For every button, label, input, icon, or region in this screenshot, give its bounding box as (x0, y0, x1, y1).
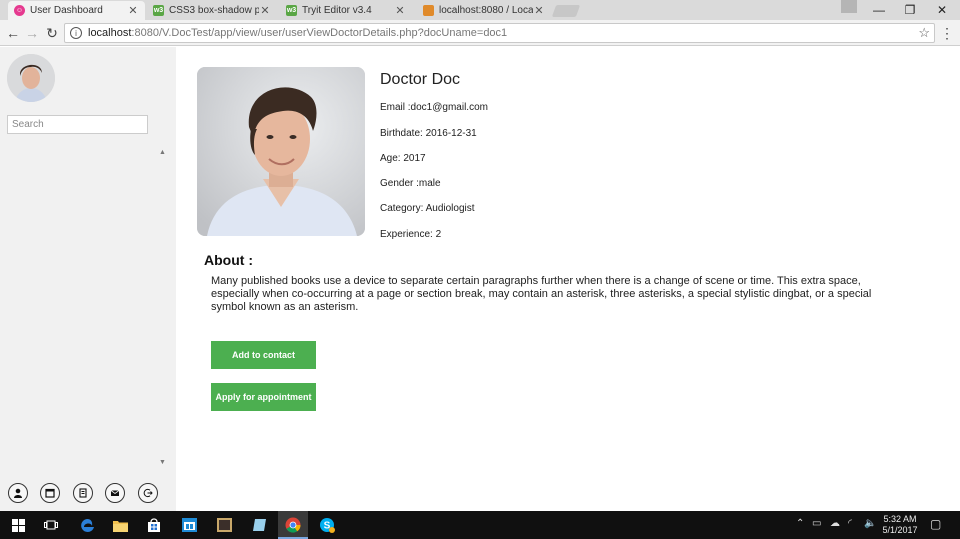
tab-title: localhost:8080 / Local Da (439, 5, 533, 16)
notes-icon (79, 488, 87, 498)
close-tab-icon[interactable]: ✕ (259, 4, 271, 17)
browser-tab-strip: ☺ User Dashboard ✕ w3 CSS3 box-shadow pr… (0, 0, 960, 20)
info-icon[interactable]: i (70, 27, 82, 39)
close-tab-icon[interactable]: ✕ (533, 4, 545, 17)
tab-tryit-editor[interactable]: w3 Tryit Editor v3.4 ✕ (280, 1, 412, 20)
back-icon[interactable]: ← (3, 23, 23, 43)
site-favicon-icon: ☺ (14, 5, 25, 16)
volume-icon[interactable]: 🔈 (864, 518, 876, 529)
url-path: :8080/V.DocTest/app/view/user/userViewDo… (131, 27, 508, 39)
user-icon (14, 488, 22, 498)
add-contact-button[interactable]: Add to contact (211, 341, 316, 369)
address-bar[interactable]: i localhost:8080/V.DocTest/app/view/user… (64, 23, 935, 43)
clock-time: 5:32 AM (883, 514, 917, 524)
tab-title: CSS3 box-shadow prope (169, 5, 259, 16)
close-tab-icon[interactable]: ✕ (127, 4, 139, 17)
w3schools-favicon-icon: w3 (153, 5, 164, 16)
logout-button[interactable] (138, 483, 158, 503)
file-explorer-icon[interactable] (110, 515, 130, 535)
wifi-icon[interactable]: ◜ (848, 518, 852, 529)
reload-icon[interactable]: ↻ (42, 23, 62, 43)
avatar-portrait (7, 54, 55, 102)
tab-title: Tryit Editor v3.4 (302, 5, 372, 16)
close-tab-icon[interactable]: ✕ (394, 4, 406, 17)
photos-app-icon[interactable] (214, 515, 234, 535)
calendar-icon (45, 488, 55, 498)
battery-icon[interactable]: ▭ (812, 518, 821, 529)
minimize-icon[interactable]: — (863, 0, 895, 20)
doctor-photo (197, 67, 365, 236)
skype-icon[interactable]: S (317, 515, 337, 535)
task-view-icon[interactable] (41, 515, 61, 535)
new-tab-button[interactable] (551, 5, 581, 17)
tab-user-dashboard[interactable]: ☺ User Dashboard ✕ (8, 1, 145, 20)
notes-button[interactable] (73, 483, 93, 503)
doctor-name: Doctor Doc (380, 71, 461, 88)
doctor-birthdate: Birthdate: 2016-12-31 (380, 128, 477, 139)
scroll-down-icon[interactable]: ▼ (159, 459, 166, 466)
mail-icon (110, 490, 120, 496)
taskbar: S ⌃ ▭ ☁ ◜ 🔈 ▢ (0, 511, 960, 539)
sidebar: ▲ ▼ (0, 47, 176, 511)
notepad-app-icon[interactable] (249, 515, 269, 535)
restore-icon[interactable]: ❐ (894, 0, 926, 20)
scroll-up-icon[interactable]: ▲ (159, 149, 166, 156)
notifications-icon[interactable]: ▢ (930, 517, 941, 531)
store-icon[interactable] (144, 515, 164, 535)
clock-date: 5/1/2017 (882, 525, 918, 535)
browser-menu-icon[interactable]: ⋮ (940, 23, 954, 43)
appointments-button[interactable] (40, 483, 60, 503)
doctor-experience: Experience: 2 (380, 229, 442, 240)
profile-button[interactable] (8, 483, 28, 503)
apply-appointment-button[interactable]: Apply for appointment (211, 383, 316, 411)
browser-toolbar: ← → ↻ i localhost:8080/V.DocTest/app/vie… (0, 20, 960, 46)
doctor-gender: Gender :male (380, 178, 441, 189)
avatar[interactable] (7, 54, 55, 102)
app-window-icon[interactable] (179, 515, 199, 535)
doctor-category: Category: Audiologist (380, 203, 475, 214)
taskbar-clock[interactable]: 5:32 AM 5/1/2017 (880, 514, 920, 536)
w3schools-favicon-icon: w3 (286, 5, 297, 16)
about-text: Many published books use a device to sep… (211, 275, 872, 313)
phpmyadmin-favicon-icon (423, 5, 434, 16)
forward-icon[interactable]: → (22, 23, 42, 43)
tab-title: User Dashboard (30, 5, 103, 16)
close-window-icon[interactable]: ✕ (926, 0, 958, 20)
messages-button[interactable] (105, 483, 125, 503)
logout-icon (143, 488, 153, 498)
tab-localhost-phpmyadmin[interactable]: localhost:8080 / Local Da ✕ (417, 1, 551, 20)
profile-icon[interactable] (841, 0, 857, 13)
edge-browser-icon[interactable] (77, 515, 97, 535)
about-heading: About : (204, 252, 253, 268)
chrome-icon[interactable] (283, 515, 303, 535)
doctor-email: Email :doc1@gmail.com (380, 102, 488, 113)
search-input[interactable] (7, 115, 148, 134)
url-host: localhost (88, 27, 132, 39)
tab-css3-box-shadow[interactable]: w3 CSS3 box-shadow prope ✕ (147, 1, 277, 20)
show-hidden-icons-icon[interactable]: ⌃ (796, 518, 804, 529)
doctor-portrait (197, 67, 365, 236)
bookmark-star-icon[interactable]: ☆ (918, 25, 930, 41)
windows-start-icon[interactable] (8, 515, 28, 535)
onedrive-cloud-icon[interactable]: ☁ (830, 518, 840, 529)
doctor-age: Age: 2017 (380, 153, 426, 164)
